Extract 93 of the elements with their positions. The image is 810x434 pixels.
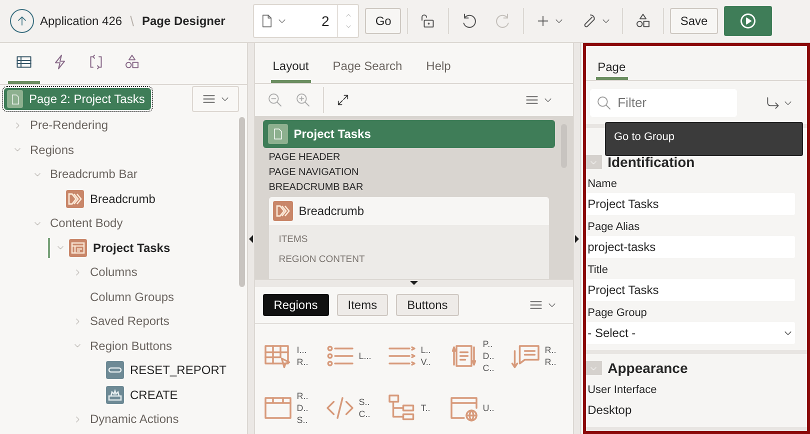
collapse-toggle[interactable] [586, 361, 602, 375]
text-field[interactable]: Project Tasks [586, 193, 795, 215]
page-header-bar[interactable]: Project Tasks [262, 120, 555, 148]
tree-node[interactable]: Dynamic Actions [90, 412, 179, 426]
shapes-icon [634, 12, 652, 30]
page-tree-node[interactable]: Page 2: Project Tasks [4, 88, 151, 110]
search-icon [596, 94, 612, 111]
section-title: Appearance [608, 360, 688, 376]
tree-node[interactable]: Pre-Rendering [30, 118, 108, 132]
tree-node[interactable]: Saved Reports [90, 314, 170, 328]
gallery-tab[interactable]: Buttons [396, 294, 459, 316]
text-field[interactable]: Project Tasks [586, 279, 795, 301]
up-arrow-button[interactable] [10, 9, 34, 33]
slot-label: REGION CONTENT [278, 253, 366, 266]
gallery-item-label[interactable]: L.. [420, 345, 431, 355]
page-icon [10, 92, 20, 106]
gallery-item-label[interactable]: D.. [296, 403, 308, 413]
button-icon [106, 361, 124, 380]
panel-tab[interactable]: Page [596, 46, 628, 80]
panel-tab[interactable]: Page Search [330, 43, 404, 83]
text-field[interactable]: project-tasks [586, 236, 795, 258]
gallery-item-label[interactable]: R.. [544, 345, 556, 355]
gallery-item-label[interactable]: S.. [358, 397, 370, 407]
breadcrumb-link[interactable]: Application 426 [40, 14, 122, 28]
save-button[interactable]: Save [670, 8, 718, 34]
gallery-item-label[interactable]: C.. [482, 363, 494, 373]
tray-icon [106, 386, 124, 404]
gallery-item-label[interactable]: T.. [420, 403, 430, 413]
gallery-item-label[interactable]: R.. [296, 391, 308, 401]
collapse-arrow-icon[interactable] [574, 234, 579, 242]
section-title: Identification [608, 154, 695, 170]
tree-node[interactable]: Region Buttons [90, 338, 172, 353]
tree-node[interactable]: Project Tasks [93, 240, 170, 255]
hook-arrow-icon [765, 94, 781, 111]
collapse-toggle[interactable] [586, 155, 602, 169]
breadcrumb-region-icon [66, 190, 84, 208]
gallery-item-label[interactable]: R.. [544, 357, 556, 367]
tooltip: Go to Group [605, 122, 803, 156]
gallery-item-label[interactable]: D.. [482, 351, 494, 361]
filter-field[interactable]: Filter [590, 88, 737, 117]
field-label: Title [586, 263, 609, 278]
breadcrumb-region-icon [272, 201, 293, 222]
up-arrow-icon [15, 14, 29, 28]
tree-node[interactable]: Column Groups [90, 290, 174, 304]
slot-label: ITEMS [278, 233, 309, 246]
region-card[interactable]: Breadcrumb ITEMS REGION CONTENT [268, 197, 549, 280]
gallery-item-label[interactable]: R.. [296, 357, 308, 367]
gallery-tab[interactable]: Items [336, 294, 388, 316]
tree-node[interactable]: CREATE [130, 388, 178, 402]
report-region-icon [69, 238, 87, 257]
tree-node[interactable]: Breadcrumb Bar [50, 167, 138, 182]
expand-arrows-icon [336, 92, 350, 107]
field-label: Name [586, 177, 618, 192]
breadcrumb-separator: \ [130, 13, 134, 29]
tree-node[interactable]: Regions [30, 142, 74, 157]
gallery-item-label[interactable]: S.. [296, 415, 308, 425]
gallery-item-label[interactable]: C.. [358, 409, 370, 419]
run-button[interactable] [724, 6, 772, 36]
gallery-item-label[interactable]: U.. [482, 403, 494, 413]
panel-tab[interactable]: Help [424, 43, 453, 83]
shapes-icon [123, 53, 141, 71]
field-value: Desktop [586, 402, 633, 419]
go-button[interactable]: Go [365, 8, 402, 34]
gallery-tab[interactable]: Regions [262, 294, 329, 316]
current-marker [48, 238, 50, 258]
menu-button[interactable] [192, 86, 239, 112]
page-title: Page Designer [142, 14, 226, 28]
zoom-out-icon [266, 92, 283, 108]
collapse-arrow-icon[interactable] [410, 281, 418, 286]
position-label: BREADCRUMB BAR [268, 181, 364, 194]
position-label: PAGE HEADER [268, 151, 342, 164]
tree-hierarchy-icon [386, 393, 417, 423]
field-label: Page Group [586, 306, 648, 321]
cycle-arrows-icon [87, 53, 105, 71]
region-title: Breadcrumb [298, 204, 364, 218]
gallery-item-label[interactable]: I... [296, 345, 308, 355]
field-label: Page Alias [586, 220, 641, 235]
field-label: User Interface [586, 383, 658, 398]
tree-panel-icon [15, 53, 33, 71]
play-circle-icon [738, 12, 757, 30]
zoom-in-icon [294, 92, 311, 108]
gallery-item-label[interactable]: P.. [482, 339, 494, 349]
gallery-item-label[interactable]: V.. [420, 357, 431, 367]
gallery-item-label[interactable]: L... [358, 351, 372, 361]
page-icon [272, 127, 284, 142]
tree-node[interactable]: Breadcrumb [90, 192, 156, 206]
tree-node[interactable]: RESET_REPORT [130, 363, 226, 378]
scrollbar-thumb[interactable] [238, 117, 245, 287]
tree-node[interactable]: Content Body [50, 216, 123, 230]
select-field[interactable]: - Select - [586, 322, 795, 344]
tree-node[interactable]: Columns [90, 265, 138, 280]
position-label: PAGE NAVIGATION [268, 166, 360, 178]
panel-tab[interactable]: Layout [270, 43, 311, 83]
